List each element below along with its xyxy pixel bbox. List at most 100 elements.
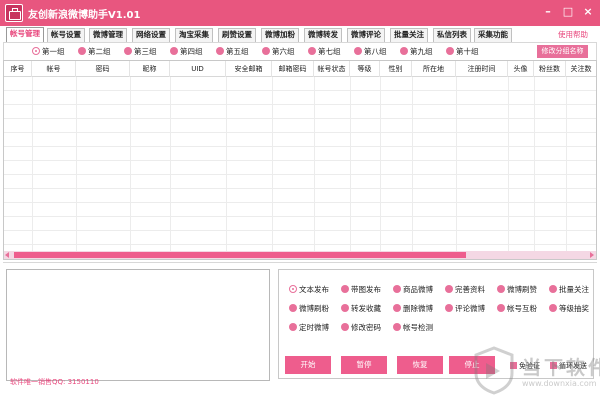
- func-like-boost[interactable]: 微博刷赞: [497, 284, 537, 296]
- group-radio-10[interactable]: 第十组: [446, 46, 479, 58]
- minimize-button[interactable]: –: [540, 5, 556, 19]
- column-divider: [566, 77, 567, 253]
- group-radio-6[interactable]: 第六组: [262, 46, 295, 58]
- scroll-left-icon[interactable]: [5, 252, 9, 258]
- col-header-uid[interactable]: UID: [170, 61, 226, 77]
- tab-taobao-collect[interactable]: 淘宝采集: [175, 28, 213, 42]
- column-divider: [272, 77, 273, 253]
- help-link[interactable]: 使用帮助: [558, 29, 588, 40]
- account-table[interactable]: 序号 帐号 密码 昵称 UID 安全邮箱 邮箱密码 帐号状态 等级 性别 所在地…: [3, 60, 597, 260]
- rename-group-button[interactable]: 修改分组名称: [537, 45, 588, 58]
- resume-button[interactable]: 恢复: [397, 356, 443, 374]
- window-title: 友创新浪微博助手V1.01: [28, 10, 141, 21]
- func-text-post[interactable]: 文本发布: [289, 284, 329, 296]
- radio-icon: [170, 47, 178, 55]
- tab-private-messages[interactable]: 私信列表: [433, 28, 471, 42]
- tab-batch-follow[interactable]: 批量关注: [390, 28, 428, 42]
- app-icon: [5, 4, 23, 22]
- horizontal-scrollbar[interactable]: [4, 251, 596, 259]
- tab-network-settings[interactable]: 网络设置: [132, 28, 170, 42]
- col-header-account[interactable]: 帐号: [32, 61, 76, 77]
- verify-checkbox[interactable]: 免验证: [510, 361, 540, 371]
- radio-icon: [354, 47, 362, 55]
- column-divider: [314, 77, 315, 253]
- radio-icon: [393, 323, 401, 331]
- col-header-register-time[interactable]: 注册时间: [456, 61, 508, 77]
- tab-collect-functions[interactable]: 采集功能: [474, 28, 512, 42]
- col-header-email-password[interactable]: 邮箱密码: [272, 61, 314, 77]
- radio-icon: [445, 304, 453, 312]
- func-mutual-follow[interactable]: 帐号互粉: [497, 303, 537, 315]
- tab-weibo-management[interactable]: 微博管理: [89, 28, 127, 42]
- col-header-avatar[interactable]: 头像: [508, 61, 534, 77]
- col-header-safe-email[interactable]: 安全邮箱: [226, 61, 272, 77]
- func-fan-boost[interactable]: 微博刷粉: [289, 303, 329, 315]
- func-repost-collect[interactable]: 转发收藏: [341, 303, 381, 315]
- col-header-location[interactable]: 所在地: [412, 61, 456, 77]
- col-header-fans[interactable]: 粉丝数: [534, 61, 566, 77]
- column-divider: [508, 77, 509, 253]
- func-delete-weibo[interactable]: 删除微博: [393, 303, 433, 315]
- column-divider: [170, 77, 171, 253]
- radio-icon: [393, 285, 401, 293]
- maximize-button[interactable]: □: [560, 5, 576, 19]
- group-radio-7[interactable]: 第七组: [308, 46, 341, 58]
- column-divider: [534, 77, 535, 253]
- checkbox-icon: [550, 361, 557, 369]
- group-radio-3[interactable]: 第三组: [124, 46, 157, 58]
- group-radio-8[interactable]: 第八组: [354, 46, 387, 58]
- scroll-right-icon[interactable]: [590, 252, 594, 258]
- loop-send-checkbox[interactable]: 循环发送: [550, 361, 587, 371]
- column-divider: [226, 77, 227, 253]
- func-comment-weibo[interactable]: 评论微博: [445, 303, 485, 315]
- tab-account-management[interactable]: 帐号管理: [6, 27, 44, 43]
- group-radio-9[interactable]: 第九组: [400, 46, 433, 58]
- func-product-weibo[interactable]: 商品微博: [393, 284, 433, 296]
- column-divider: [76, 77, 77, 253]
- log-output[interactable]: [6, 269, 270, 381]
- function-panel: 文本发布 带图发布 商品微博 完善资料 微博刷赞 批量关注 微博刷粉 转发收藏 …: [278, 269, 594, 379]
- radio-icon: [446, 47, 454, 55]
- col-header-level[interactable]: 等级: [350, 61, 380, 77]
- col-header-follows[interactable]: 关注数: [566, 61, 596, 77]
- radio-checked-icon: [32, 47, 40, 55]
- tab-account-settings[interactable]: 帐号设置: [47, 28, 85, 42]
- func-image-post[interactable]: 带图发布: [341, 284, 381, 296]
- func-account-check[interactable]: 帐号检测: [393, 322, 433, 334]
- stop-button[interactable]: 停止: [449, 356, 495, 374]
- radio-icon: [289, 304, 297, 312]
- radio-icon: [216, 47, 224, 55]
- radio-icon: [497, 285, 505, 293]
- radio-icon: [308, 47, 316, 55]
- col-header-gender[interactable]: 性别: [380, 61, 412, 77]
- tab-repost[interactable]: 微博转发: [304, 28, 342, 42]
- scrollbar-thumb[interactable]: [14, 252, 466, 258]
- group-radio-4[interactable]: 第四组: [170, 46, 203, 58]
- tab-like-settings[interactable]: 刷赞设置: [218, 28, 256, 42]
- radio-icon: [341, 304, 349, 312]
- tab-comment[interactable]: 微博评论: [347, 28, 385, 42]
- radio-icon: [289, 323, 297, 331]
- func-level-lottery[interactable]: 等级抽奖: [549, 303, 589, 315]
- lower-panel: 软件唯一销售QQ: 3150110 文本发布 带图发布 商品微博 完善资料 微博…: [3, 262, 597, 403]
- func-change-password[interactable]: 修改密码: [341, 322, 381, 334]
- pause-button[interactable]: 暂停: [341, 356, 387, 374]
- group-radio-1[interactable]: 第一组: [32, 46, 65, 58]
- group-selector: 第一组 第二组 第三组 第四组 第五组 第六组 第七组 第八组 第九组 第十组 …: [3, 42, 597, 60]
- tab-add-fans[interactable]: 微博加粉: [261, 28, 299, 42]
- group-radio-5[interactable]: 第五组: [216, 46, 249, 58]
- column-divider: [32, 77, 33, 253]
- group-radio-2[interactable]: 第二组: [78, 46, 111, 58]
- func-batch-follow[interactable]: 批量关注: [549, 284, 589, 296]
- func-complete-profile[interactable]: 完善资料: [445, 284, 485, 296]
- col-header-index[interactable]: 序号: [4, 61, 32, 77]
- radio-icon: [341, 285, 349, 293]
- radio-icon: [393, 304, 401, 312]
- start-button[interactable]: 开始: [285, 356, 331, 374]
- func-scheduled-weibo[interactable]: 定时微博: [289, 322, 329, 334]
- close-button[interactable]: ×: [580, 5, 596, 19]
- radio-icon: [497, 304, 505, 312]
- col-header-account-status[interactable]: 帐号状态: [314, 61, 350, 77]
- col-header-password[interactable]: 密码: [76, 61, 130, 77]
- col-header-nickname[interactable]: 昵称: [130, 61, 170, 77]
